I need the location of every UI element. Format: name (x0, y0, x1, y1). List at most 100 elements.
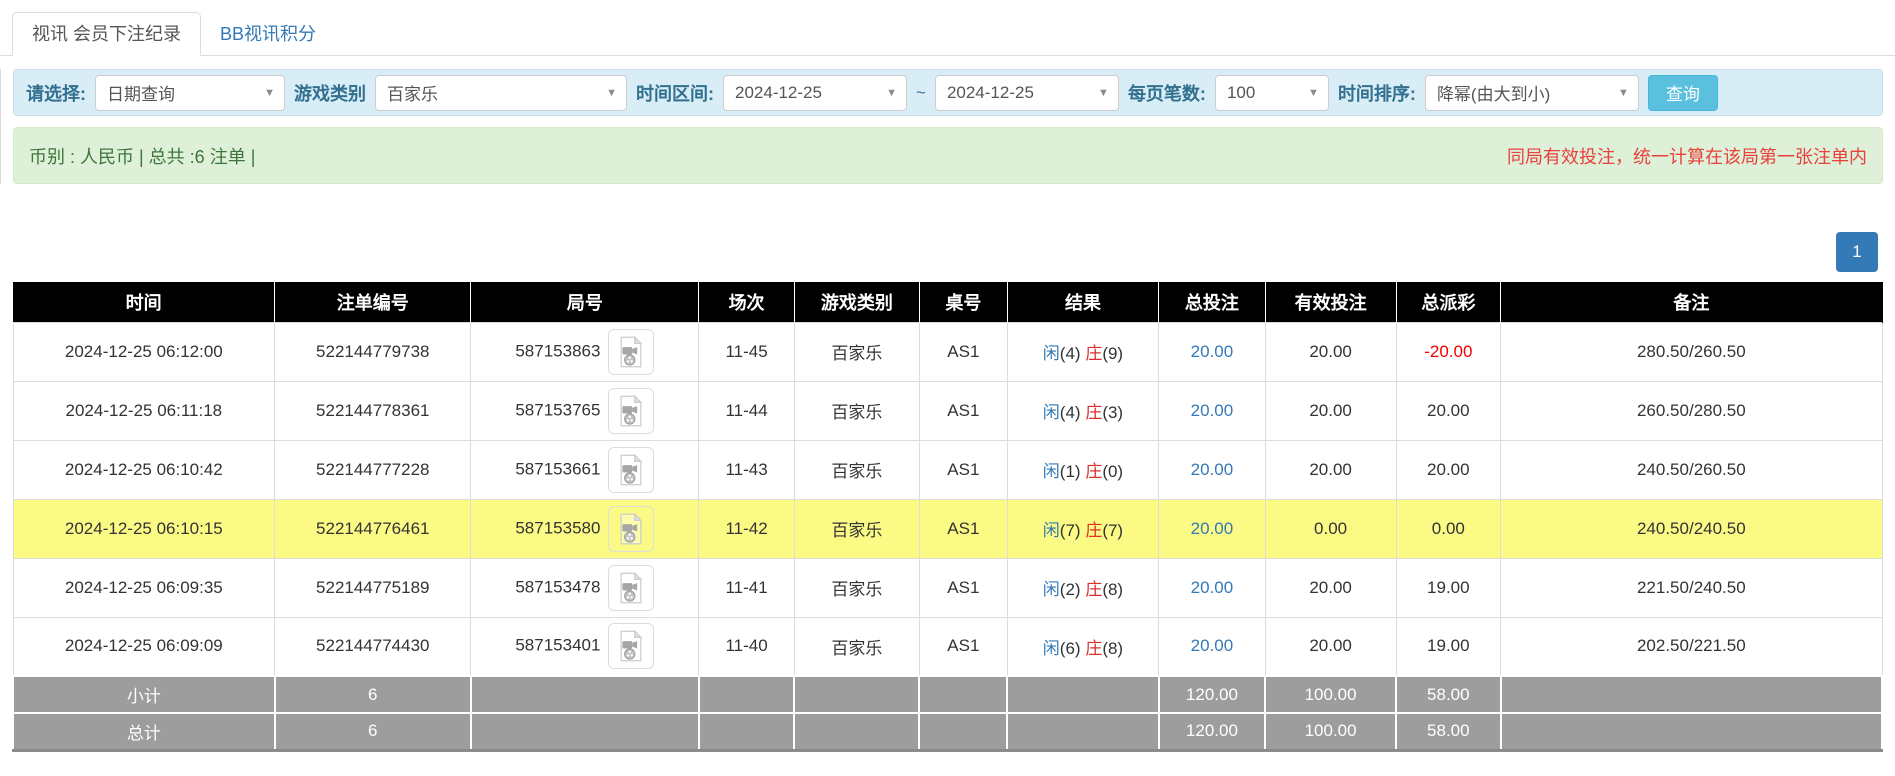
player-result-value: (1) (1059, 462, 1081, 481)
total-bet-link[interactable]: 20.00 (1191, 401, 1234, 420)
valid-bet-cell: 20.00 (1264, 380, 1397, 441)
header-table-no: 桌号 (919, 282, 1008, 322)
round-id: 587153401 (515, 635, 601, 655)
result-cell: 闲(4) 庄(9) (1006, 321, 1160, 382)
player-result-label: 闲 (1042, 462, 1060, 481)
valid-bet-cell: 20.00 (1264, 439, 1397, 500)
time-sort-select[interactable]: 降幂(由大到小) ▼ (1424, 74, 1639, 111)
banker-result-value: (0) (1102, 462, 1124, 481)
chevron-down-icon: ▼ (606, 86, 617, 99)
payout-cell: -20.00 (1395, 321, 1502, 382)
banker-result-value: (8) (1102, 638, 1124, 658)
header-bet-id: 注单编号 (274, 282, 472, 322)
round-id: 587153580 (515, 517, 601, 537)
total-bet-link[interactable]: 20.00 (1191, 519, 1234, 538)
total-bet-link[interactable]: 20.00 (1191, 636, 1234, 655)
round-id: 587153661 (515, 458, 601, 478)
bet-id-cell: 522144776461 (274, 498, 472, 559)
search-button[interactable]: 查询 (1647, 74, 1718, 111)
time-cell: 2024-12-25 06:11:18 (12, 380, 276, 441)
round-cell: 587153661 (470, 439, 700, 500)
subtotal-payout: 58.00 (1395, 675, 1502, 714)
player-result-value: (7) (1059, 521, 1081, 540)
banker-result-label: 庄 (1085, 638, 1103, 658)
table-no-cell: AS1 (918, 557, 1008, 618)
date-to-value: 2024-12-25 (946, 82, 1034, 102)
game-type-value: 百家乐 (387, 85, 438, 104)
total-bet-link[interactable]: 20.00 (1191, 578, 1234, 597)
player-result-value: (4) (1059, 403, 1081, 422)
time-cell: 2024-12-25 06:10:42 (12, 439, 276, 500)
remark-cell: 240.50/260.50 (1500, 439, 1883, 500)
round-cell: 587153765 (470, 380, 700, 441)
video-replay-button[interactable] (608, 564, 655, 611)
payout-value: 19.00 (1427, 577, 1470, 597)
header-game-type: 游戏类别 (794, 282, 920, 322)
result-cell: 闲(6) 庄(8) (1006, 616, 1160, 677)
game-type-cell: 百家乐 (793, 557, 920, 618)
date-from-select[interactable]: 2024-12-25 ▼ (723, 74, 907, 111)
banker-result-label: 庄 (1085, 403, 1103, 422)
game-type-cell: 百家乐 (793, 439, 920, 500)
round-id: 587153478 (515, 576, 601, 596)
date-to-select[interactable]: 2024-12-25 ▼ (934, 74, 1119, 111)
chevron-down-icon: ▼ (264, 86, 275, 99)
page-1-button[interactable]: 1 (1836, 232, 1878, 272)
tab-video-bet-records[interactable]: 视讯 会员下注纪录 (12, 12, 202, 56)
payout-cell: 19.00 (1395, 616, 1502, 677)
filter-panel: 请选择: 日期查询 ▼ 游戏类别 百家乐 ▼ 时间区间: 2024-12-25 … (13, 69, 1883, 116)
video-replay-button[interactable] (608, 505, 655, 552)
total-bet-link[interactable]: 20.00 (1191, 460, 1234, 479)
table-no-cell: AS1 (918, 616, 1008, 677)
session-cell: 11-43 (698, 439, 795, 500)
video-file-icon (620, 512, 643, 544)
payout-value: 20.00 (1427, 459, 1470, 479)
total-bet-link[interactable]: 20.00 (1191, 342, 1234, 361)
round-cell: 587153478 (470, 557, 700, 618)
player-result-value: (4) (1059, 344, 1081, 363)
header-payout: 总派彩 (1396, 282, 1502, 322)
tabs-bar: 视讯 会员下注纪录 BB视讯积分 (0, 0, 1895, 56)
table-no-cell: AS1 (918, 439, 1008, 500)
payout-cell: 20.00 (1395, 380, 1502, 441)
table-row: 2024-12-25 06:11:18 522144778361 5871537… (12, 380, 1883, 441)
video-replay-button[interactable] (608, 387, 655, 434)
bet-id-cell: 522144775189 (274, 557, 472, 618)
header-remark: 备注 (1500, 282, 1883, 322)
game-type-label: 游戏类别 (294, 83, 366, 104)
round-id: 587153863 (515, 340, 601, 360)
table-row: 2024-12-25 06:10:15 522144776461 5871535… (12, 498, 1883, 559)
video-file-icon (620, 571, 643, 603)
video-replay-button[interactable] (608, 328, 655, 375)
video-file-icon (620, 630, 643, 662)
total-bet-cell: 20.00 (1158, 380, 1266, 441)
banker-result-label: 庄 (1085, 580, 1103, 599)
bet-records-table: 时间 注单编号 局号 场次 游戏类别 桌号 结果 总投注 有效投注 总派彩 备注… (12, 282, 1884, 752)
time-cell: 2024-12-25 06:12:00 (12, 321, 276, 382)
chevron-down-icon: ▼ (886, 86, 897, 99)
player-result-label: 闲 (1042, 344, 1060, 363)
chevron-down-icon: ▼ (1098, 86, 1109, 99)
player-result-label: 闲 (1042, 580, 1060, 599)
banker-result-label: 庄 (1085, 344, 1103, 363)
query-type-select[interactable]: 日期查询 ▼ (95, 74, 285, 111)
video-replay-button[interactable] (608, 446, 655, 493)
video-replay-button[interactable] (608, 623, 655, 670)
grand-total-payout: 58.00 (1395, 712, 1502, 752)
info-bar: 币别 : 人民币 | 总共 :6 注单 | 同局有效投注，统一计算在该局第一张注… (13, 127, 1883, 184)
total-bet-cell: 20.00 (1158, 439, 1266, 500)
tab-bb-video-points[interactable]: BB视讯积分 (201, 13, 335, 55)
banker-result-value: (3) (1102, 403, 1124, 422)
page-size-select[interactable]: 100 ▼ (1214, 74, 1329, 111)
table-header-row: 时间 注单编号 局号 场次 游戏类别 桌号 结果 总投注 有效投注 总派彩 备注 (13, 282, 1883, 322)
payout-value: -20.00 (1424, 341, 1473, 361)
video-file-icon (620, 335, 643, 367)
player-result-value: (2) (1059, 580, 1081, 599)
total-bet-cell: 20.00 (1158, 321, 1266, 382)
table-row: 2024-12-25 06:09:09 522144774430 5871534… (12, 616, 1883, 677)
header-round-id: 局号 (470, 282, 700, 322)
payout-cell: 20.00 (1395, 439, 1502, 500)
game-type-select[interactable]: 百家乐 ▼ (375, 74, 627, 111)
bet-id-cell: 522144777228 (274, 439, 472, 500)
select-type-label: 请选择: (26, 83, 86, 104)
